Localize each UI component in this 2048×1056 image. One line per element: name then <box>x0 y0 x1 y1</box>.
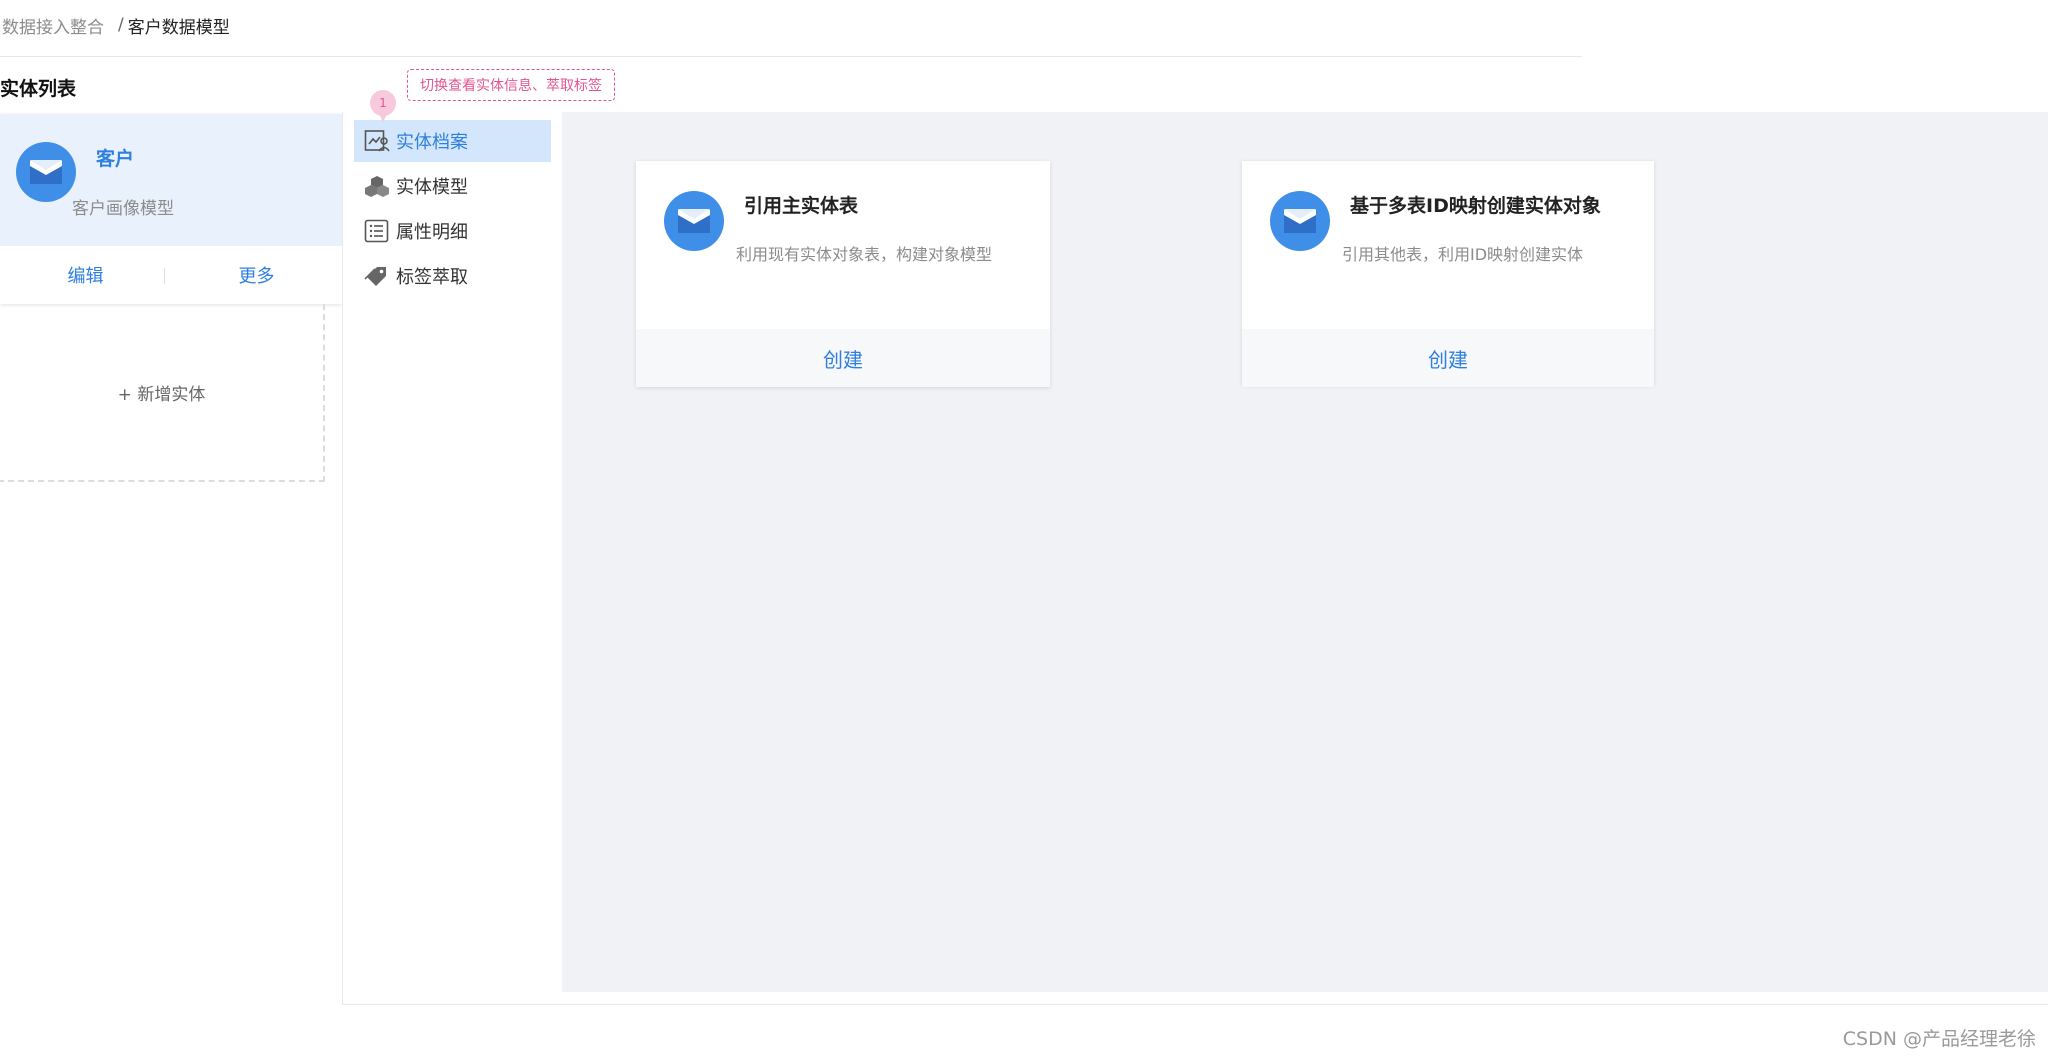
option-card-description: 引用其他表，利用ID映射创建实体 <box>1342 245 1584 264</box>
entity-actions: 编辑 更多 <box>0 246 342 304</box>
annotation-note: 切换查看实体信息、萃取标签 <box>407 69 615 101</box>
menu-item-attribute-details[interactable]: 属性明细 <box>354 210 551 252</box>
option-card-title: 引用主实体表 <box>744 195 859 217</box>
option-card-multi-table-id-mapping: 基于多表ID映射创建实体对象 引用其他表，利用ID映射创建实体 创建 <box>1242 161 1654 387</box>
menu-item-label: 标签萃取 <box>396 267 468 288</box>
add-entity-button[interactable]: + 新增实体 <box>0 304 325 482</box>
option-card-description: 利用现有实体对象表，构建对象模型 <box>736 245 993 264</box>
tag-icon <box>364 263 390 289</box>
breadcrumb: 数据接入整合 / 客户数据模型 <box>2 12 230 38</box>
mail-icon <box>1270 191 1330 251</box>
entity-detail-menu-panel: 实体档案 实体模型 属性明细 标签萃取 <box>342 112 562 1004</box>
menu-item-entity-profile[interactable]: 实体档案 <box>354 120 551 162</box>
entity-name: 客户 <box>96 148 135 170</box>
option-card-body: 基于多表ID映射创建实体对象 引用其他表，利用ID映射创建实体 <box>1242 161 1654 329</box>
watermark: CSDN @产品经理老徐 <box>1842 1028 2036 1050</box>
create-button[interactable]: 创建 <box>636 329 1050 387</box>
entity-card[interactable]: 客户 客户画像模型 编辑 更多 <box>0 114 342 304</box>
menu-item-label: 实体档案 <box>396 132 468 153</box>
cubes-icon <box>364 173 390 199</box>
breadcrumb-parent-link[interactable]: 数据接入整合 <box>2 13 104 38</box>
create-button[interactable]: 创建 <box>1242 329 1654 387</box>
edit-button[interactable]: 编辑 <box>0 262 171 288</box>
breadcrumb-separator: / <box>118 15 124 35</box>
mail-icon <box>16 142 76 202</box>
option-card-reference-main-table: 引用主实体表 利用现有实体对象表，构建对象模型 创建 <box>636 161 1050 387</box>
entity-card-header[interactable]: 客户 客户画像模型 <box>0 114 342 246</box>
entity-list-title: 实体列表 <box>0 78 77 100</box>
main-content-area: 引用主实体表 利用现有实体对象表，构建对象模型 创建 基于多表ID映射创建实体对… <box>562 112 2048 992</box>
profile-icon <box>364 128 390 154</box>
mail-icon <box>664 191 724 251</box>
actions-divider <box>164 268 165 284</box>
list-icon <box>364 218 390 244</box>
bottom-divider <box>342 1004 2048 1005</box>
option-card-body: 引用主实体表 利用现有实体对象表，构建对象模型 <box>636 161 1050 329</box>
entity-menu: 实体档案 实体模型 属性明细 标签萃取 <box>354 120 551 300</box>
annotation-badge: 1 <box>370 90 396 122</box>
menu-item-label: 实体模型 <box>396 177 468 198</box>
menu-item-tag-extraction[interactable]: 标签萃取 <box>354 255 551 297</box>
menu-item-entity-model[interactable]: 实体模型 <box>354 165 551 207</box>
entity-description: 客户画像模型 <box>72 199 174 219</box>
header-divider <box>0 56 1582 57</box>
menu-item-label: 属性明细 <box>396 222 468 243</box>
breadcrumb-current: 客户数据模型 <box>127 17 230 38</box>
more-button[interactable]: 更多 <box>171 262 342 288</box>
option-card-title: 基于多表ID映射创建实体对象 <box>1350 195 1601 217</box>
